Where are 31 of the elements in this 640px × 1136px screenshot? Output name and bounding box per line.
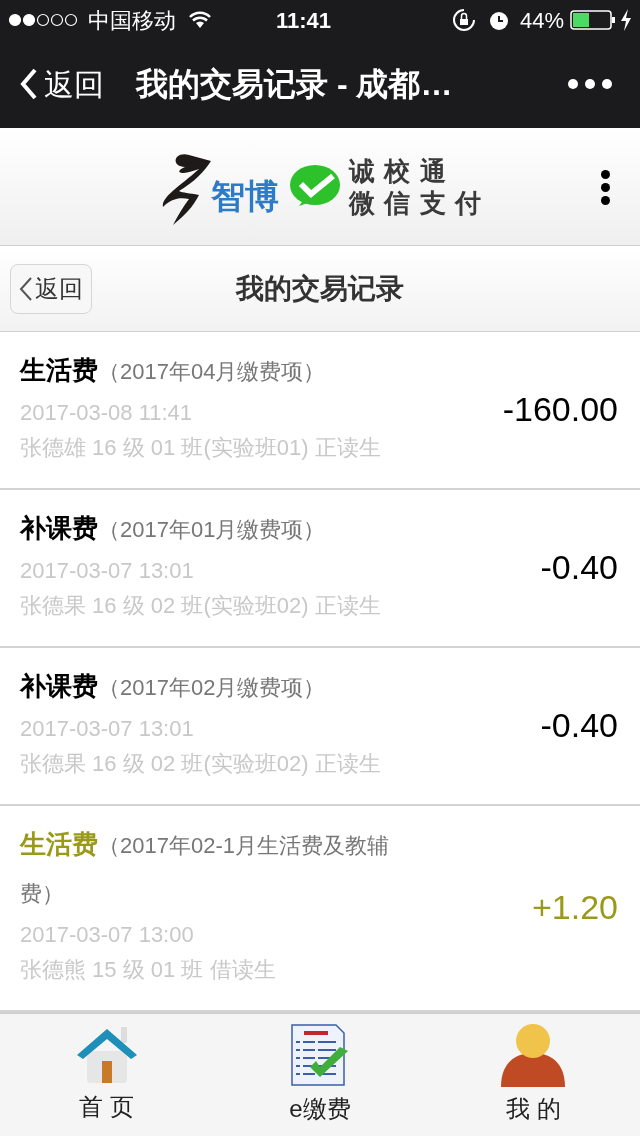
logo-text: 诚 校 通 bbox=[349, 154, 447, 187]
section-title: 我的交易记录 bbox=[236, 271, 404, 306]
tab-bar-item[interactable]: 我 的 bbox=[426, 1013, 640, 1136]
alarm-icon bbox=[487, 9, 510, 31]
back-button[interactable]: 返回 bbox=[20, 61, 104, 107]
tab-bar-item[interactable]: e缴费 bbox=[213, 1013, 427, 1136]
back-button[interactable]: 返回 bbox=[10, 264, 92, 315]
amount: +1.20 bbox=[531, 887, 618, 929]
amount: -160.00 bbox=[502, 389, 618, 431]
rotation-lock-icon bbox=[451, 8, 476, 32]
wifi-icon bbox=[188, 11, 212, 29]
brand-name: 智博 bbox=[211, 176, 280, 218]
battery-icon bbox=[570, 9, 616, 31]
transaction-title: 生活费（2017年04月缴费项） bbox=[20, 353, 327, 387]
person-icon bbox=[501, 1022, 566, 1087]
transaction-title: 补课费（2017年01月缴费项） bbox=[20, 511, 327, 545]
chevron-left-icon bbox=[20, 68, 38, 100]
amount: -0.40 bbox=[540, 547, 618, 589]
chevron-left-icon bbox=[19, 276, 33, 303]
signal-icon bbox=[8, 13, 80, 27]
carrier-name: 中国移动 bbox=[88, 6, 176, 35]
logo-text: 微 信 支 付 bbox=[349, 186, 481, 219]
tab-bar-item[interactable]: 首 页 bbox=[0, 1013, 214, 1136]
transaction-title: 生活费（2017年02-1月生活费及教辅费） bbox=[20, 827, 390, 908]
more-options-button[interactable] bbox=[601, 170, 610, 205]
page-title: 我的交易记录 - 成都… bbox=[136, 65, 453, 104]
battery-percent: 44% bbox=[519, 6, 564, 35]
clock-time: 11:41 bbox=[276, 6, 332, 35]
transaction-title: 补课费（2017年02月缴费项） bbox=[20, 669, 327, 703]
amount: -0.40 bbox=[540, 705, 618, 747]
charging-icon bbox=[620, 9, 632, 31]
